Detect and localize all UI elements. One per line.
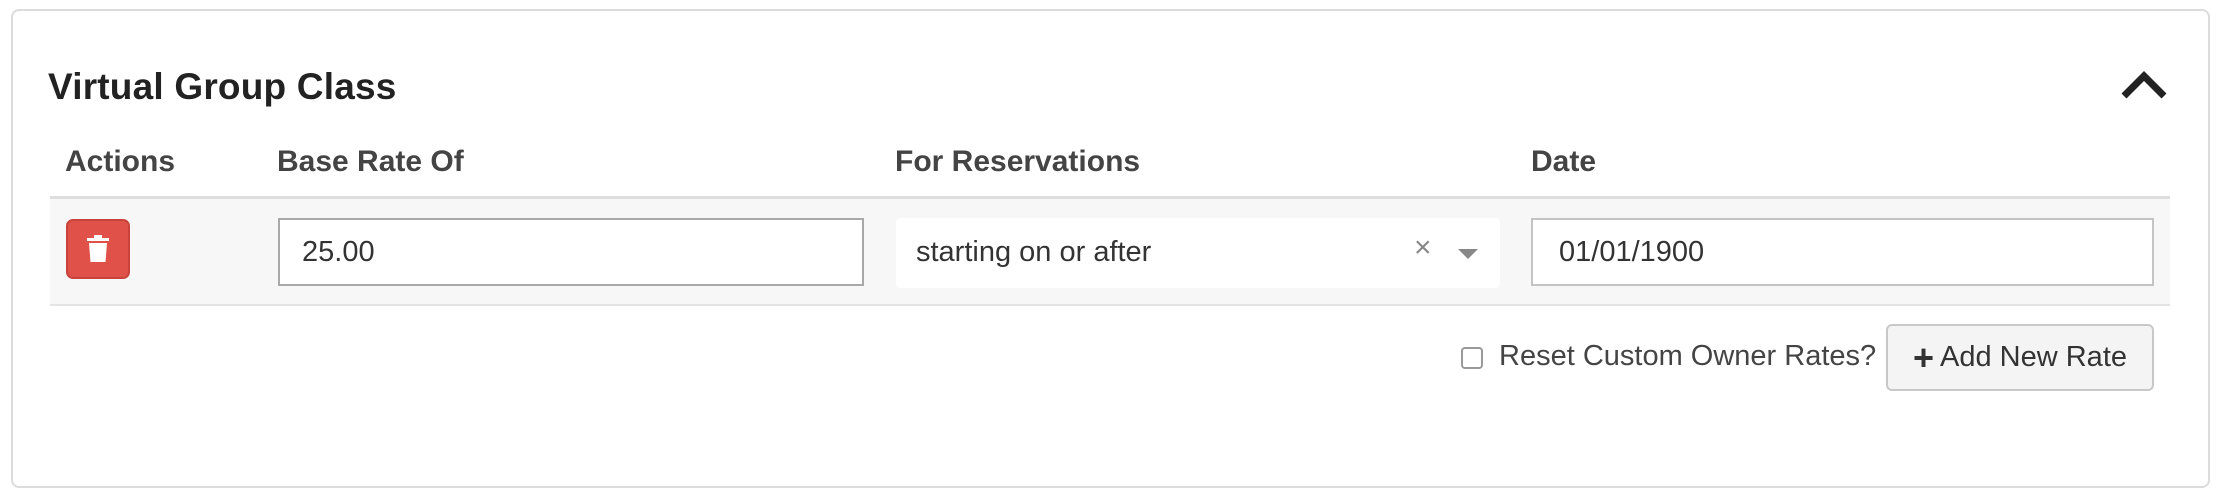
column-header-actions: Actions (65, 145, 176, 178)
reservation-rule-value: starting on or after (916, 236, 1152, 268)
date-input[interactable] (1531, 218, 2154, 286)
delete-rate-button[interactable] (66, 219, 130, 279)
chevron-up-icon (2121, 71, 2167, 99)
panel-title: Virtual Group Class (48, 66, 397, 107)
add-new-rate-button[interactable]: + Add New Rate (1886, 324, 2154, 391)
base-rate-input[interactable] (278, 218, 864, 286)
column-header-date: Date (1531, 145, 1597, 178)
plus-icon: + (1912, 336, 1935, 378)
reset-custom-rates-checkbox[interactable] (1461, 347, 1483, 369)
clear-icon[interactable]: × (1414, 231, 1432, 265)
caret-down-icon[interactable] (1458, 249, 1478, 259)
column-header-base-rate: Base Rate Of (277, 145, 464, 178)
column-header-reservations: For Reservations (895, 145, 1141, 178)
collapse-button[interactable] (2118, 62, 2170, 106)
reset-custom-rates-label: Reset Custom Owner Rates? (1499, 340, 1877, 372)
add-new-rate-label: Add New Rate (1940, 341, 2128, 373)
reservation-rule-select[interactable]: starting on or after × (896, 218, 1500, 288)
trash-icon (87, 235, 109, 262)
